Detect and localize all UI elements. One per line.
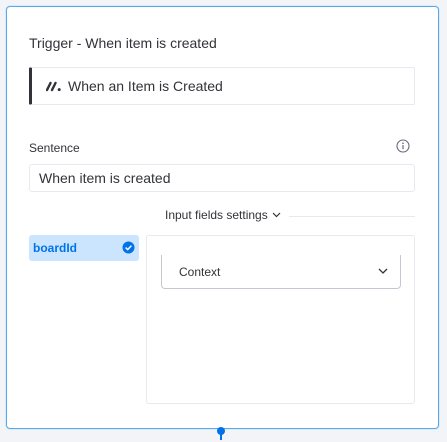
chevron-down-icon bbox=[378, 268, 388, 274]
trigger-label: When an Item is Created bbox=[68, 78, 223, 94]
check-circle-icon bbox=[122, 241, 135, 254]
field-pill-boardid[interactable]: boardId bbox=[29, 235, 139, 261]
context-select[interactable]: Context bbox=[161, 255, 401, 289]
input-fields-settings-label: Input fields settings bbox=[165, 208, 268, 222]
card-title: Trigger - When item is created bbox=[29, 35, 217, 51]
section-divider bbox=[289, 216, 415, 217]
sentence-label: Sentence bbox=[29, 141, 80, 155]
field-settings-panel: Context bbox=[146, 235, 415, 404]
connection-line bbox=[220, 432, 222, 440]
info-icon[interactable] bbox=[396, 139, 410, 153]
trigger-selector[interactable]: When an Item is Created bbox=[29, 67, 415, 105]
monday-logo-icon bbox=[46, 81, 61, 92]
field-pill-label: boardId bbox=[33, 241, 77, 255]
chevron-down-icon bbox=[272, 212, 281, 218]
sentence-input[interactable]: When item is created bbox=[29, 164, 415, 192]
trigger-card[interactable]: Trigger - When item is created When an I… bbox=[6, 6, 439, 429]
context-select-value: Context bbox=[179, 264, 221, 279]
input-fields-settings-toggle[interactable]: Input fields settings bbox=[165, 208, 281, 222]
